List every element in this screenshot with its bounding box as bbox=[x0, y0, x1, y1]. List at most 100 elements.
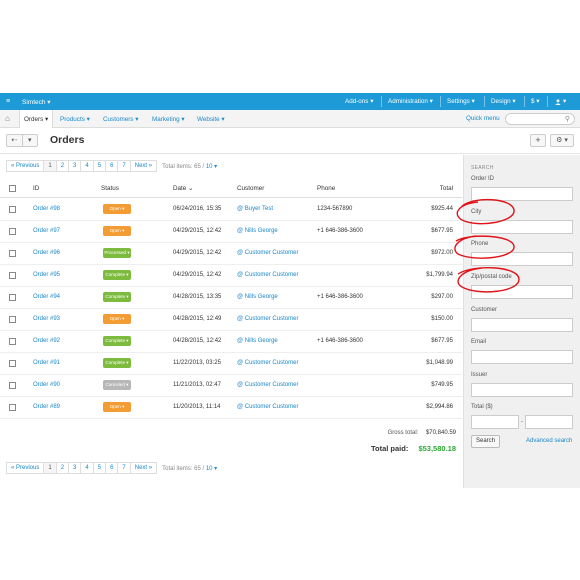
nav-marketing[interactable]: Marketing ▾ bbox=[152, 110, 185, 128]
items-per-page-select[interactable]: 10 ▾ bbox=[206, 164, 217, 170]
order-id-link[interactable]: Order #89 bbox=[33, 404, 60, 410]
total-to-input[interactable] bbox=[525, 415, 573, 429]
status-dropdown[interactable]: Complete ▾ bbox=[103, 336, 131, 346]
nav-products[interactable]: Products ▾ bbox=[60, 110, 90, 128]
order-id-link[interactable]: Order #94 bbox=[33, 294, 60, 300]
page-link[interactable]: 1 bbox=[43, 462, 57, 474]
addons-menu[interactable]: Add-ons ▾ bbox=[345, 93, 373, 110]
home-icon[interactable]: ⌂ bbox=[5, 114, 10, 123]
row-checkbox[interactable] bbox=[9, 316, 16, 323]
row-checkbox[interactable] bbox=[9, 338, 16, 345]
order-id-link[interactable]: Order #95 bbox=[33, 272, 60, 278]
order-id-link[interactable]: Order #98 bbox=[33, 206, 60, 212]
page-link[interactable]: 5 bbox=[92, 160, 107, 172]
back-arrow-icon[interactable]: ⇠ bbox=[7, 135, 22, 146]
issuer-input[interactable] bbox=[471, 383, 573, 397]
row-checkbox[interactable] bbox=[9, 250, 16, 257]
next-page-link[interactable]: Next » bbox=[129, 160, 158, 172]
nav-website[interactable]: Website ▾ bbox=[197, 110, 225, 128]
page-link[interactable]: 6 bbox=[105, 160, 119, 172]
status-dropdown[interactable]: Open ▾ bbox=[103, 204, 131, 214]
header-total[interactable]: Total bbox=[440, 185, 453, 192]
select-all-checkbox[interactable] bbox=[9, 185, 16, 192]
header-customer[interactable]: Customer bbox=[237, 185, 264, 192]
quick-menu-link[interactable]: Quick menu bbox=[466, 115, 500, 122]
design-menu[interactable]: Design ▾ bbox=[491, 93, 516, 110]
row-checkbox[interactable] bbox=[9, 404, 16, 411]
customer-link[interactable]: @ Customer Customer bbox=[237, 250, 298, 256]
next-page-link[interactable]: Next » bbox=[129, 462, 158, 474]
email-input[interactable] bbox=[471, 350, 573, 364]
status-dropdown[interactable]: Complete ▾ bbox=[103, 358, 131, 368]
order-id-input[interactable] bbox=[471, 187, 573, 201]
page-link[interactable]: 2 bbox=[55, 462, 70, 474]
currency-menu[interactable]: $ ▾ bbox=[531, 93, 539, 110]
nav-customers[interactable]: Customers ▾ bbox=[103, 110, 138, 128]
status-dropdown[interactable]: Complete ▾ bbox=[103, 292, 131, 302]
prev-page-link[interactable]: « Previous bbox=[6, 462, 45, 474]
customer-link[interactable]: @ Nills George bbox=[237, 228, 278, 234]
page-link[interactable]: 7 bbox=[117, 160, 131, 172]
header-id[interactable]: ID bbox=[33, 185, 39, 192]
phone-input[interactable] bbox=[471, 252, 573, 266]
settings-button[interactable]: ⚙ ▾ bbox=[550, 134, 574, 147]
back-button-group[interactable]: ⇠ ▾ bbox=[6, 134, 38, 147]
total-from-input[interactable] bbox=[471, 415, 519, 429]
menu-icon[interactable]: ≡ bbox=[6, 98, 16, 105]
total-range-label: Total ($) bbox=[471, 404, 493, 410]
status-dropdown[interactable]: Complete ▾ bbox=[103, 270, 131, 280]
page-link[interactable]: 4 bbox=[80, 462, 94, 474]
city-input[interactable] bbox=[471, 220, 573, 234]
status-dropdown[interactable]: Open ▾ bbox=[103, 314, 131, 324]
company-selector[interactable]: Simtech ▾ bbox=[22, 98, 51, 106]
customer-link[interactable]: @ Customer Customer bbox=[237, 360, 298, 366]
order-id-link[interactable]: Order #96 bbox=[33, 250, 60, 256]
customer-link[interactable]: @ Nills George bbox=[237, 294, 278, 300]
page-link[interactable]: 6 bbox=[105, 462, 119, 474]
nav-orders[interactable]: Orders ▾ bbox=[19, 110, 54, 128]
customer-link[interactable]: @ Customer Customer bbox=[237, 404, 298, 410]
page-link[interactable]: 1 bbox=[43, 160, 57, 172]
prev-page-link[interactable]: « Previous bbox=[6, 160, 45, 172]
caret-down-icon[interactable]: ▾ bbox=[21, 135, 38, 146]
customer-link[interactable]: @ Customer Customer bbox=[237, 316, 298, 322]
add-order-button[interactable]: + bbox=[530, 134, 546, 147]
customer-link[interactable]: @ Nills George bbox=[237, 338, 278, 344]
search-input[interactable]: ⚲ bbox=[505, 113, 575, 125]
header-status[interactable]: Status bbox=[101, 185, 119, 192]
row-checkbox[interactable] bbox=[9, 206, 16, 213]
user-menu[interactable]: ▾ bbox=[555, 93, 566, 110]
order-id-link[interactable]: Order #92 bbox=[33, 338, 60, 344]
items-per-page-select[interactable]: 10 ▾ bbox=[206, 466, 217, 472]
header-date[interactable]: Date ⌄ bbox=[173, 185, 193, 192]
customer-link[interactable]: @ Customer Customer bbox=[237, 382, 298, 388]
status-dropdown[interactable]: Processed ▾ bbox=[103, 248, 131, 258]
order-id-link[interactable]: Order #90 bbox=[33, 382, 60, 388]
row-checkbox[interactable] bbox=[9, 382, 16, 389]
page-link[interactable]: 5 bbox=[92, 462, 107, 474]
row-checkbox[interactable] bbox=[9, 228, 16, 235]
status-dropdown[interactable]: Open ▾ bbox=[103, 402, 131, 412]
page-link[interactable]: 4 bbox=[80, 160, 94, 172]
zip-input[interactable] bbox=[471, 285, 573, 299]
header-phone[interactable]: Phone bbox=[317, 185, 335, 192]
page-link[interactable]: 2 bbox=[55, 160, 70, 172]
page-link[interactable]: 3 bbox=[68, 462, 82, 474]
order-id-link[interactable]: Order #97 bbox=[33, 228, 60, 234]
customer-link[interactable]: @ Buyer Test bbox=[237, 206, 273, 212]
order-id-link[interactable]: Order #91 bbox=[33, 360, 60, 366]
page-link[interactable]: 3 bbox=[68, 160, 82, 172]
search-button[interactable]: Search bbox=[471, 435, 500, 448]
page-link[interactable]: 7 bbox=[117, 462, 131, 474]
row-checkbox[interactable] bbox=[9, 272, 16, 279]
advanced-search-link[interactable]: Advanced search bbox=[526, 438, 572, 444]
settings-menu[interactable]: Settings ▾ bbox=[447, 93, 475, 110]
row-checkbox[interactable] bbox=[9, 360, 16, 367]
status-dropdown[interactable]: Open ▾ bbox=[103, 226, 131, 236]
status-dropdown[interactable]: Canceled ▾ bbox=[103, 380, 131, 390]
row-checkbox[interactable] bbox=[9, 294, 16, 301]
order-id-link[interactable]: Order #93 bbox=[33, 316, 60, 322]
customer-input[interactable] bbox=[471, 318, 573, 332]
administration-menu[interactable]: Administration ▾ bbox=[388, 93, 433, 110]
customer-link[interactable]: @ Customer Customer bbox=[237, 272, 298, 278]
